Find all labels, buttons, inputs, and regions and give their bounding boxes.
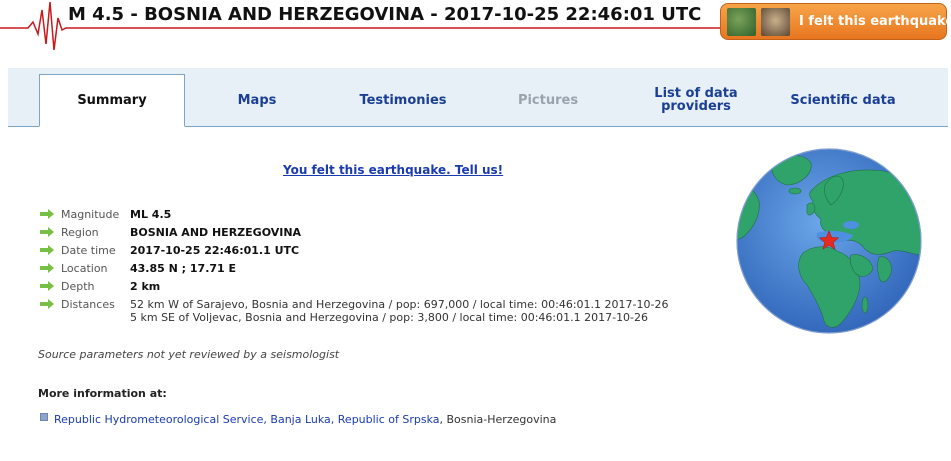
- tab-summary-label: Summary: [77, 93, 147, 108]
- location-label: Location: [61, 262, 108, 275]
- arrow-right-icon: [40, 245, 54, 255]
- arrow-right-icon: [40, 299, 54, 309]
- more-info-title: More information at:: [38, 387, 167, 400]
- arrow-right-icon: [40, 263, 54, 273]
- magnitude-value: ML 4.5: [130, 208, 172, 221]
- tab-testimonies[interactable]: Testimonies: [338, 74, 468, 126]
- tab-bar: Summary Maps Testimonies Pictures List o…: [8, 68, 948, 127]
- region-value: BOSNIA AND HERZEGOVINA: [130, 226, 302, 239]
- tab-scientific-data-label: Scientific data: [790, 92, 896, 108]
- tab-testimonies-label: Testimonies: [359, 92, 447, 108]
- magnitude-label: Magnitude: [61, 208, 120, 221]
- distances-value: 52 km W of Sarajevo, Bosnia and Herzegov…: [130, 298, 668, 324]
- tab-maps-label: Maps: [237, 92, 277, 108]
- distance-line-2: 5 km SE of Voljevac, Bosnia and Herzegov…: [130, 311, 649, 324]
- tab-summary[interactable]: Summary: [39, 74, 185, 127]
- depth-label: Depth: [61, 280, 95, 293]
- tab-maps[interactable]: Maps: [198, 74, 316, 126]
- datetime-value: 2017-10-25 22:46:01.1 UTC: [130, 244, 300, 257]
- hydromet-service-link[interactable]: Republic Hydrometeorological Service, Ba…: [54, 413, 440, 426]
- page-title: M 4.5 - BOSNIA AND HERZEGOVINA - 2017-10…: [68, 4, 702, 25]
- tab-pictures-label: Pictures: [517, 92, 579, 108]
- page-header: M 4.5 - BOSNIA AND HERZEGOVINA - 2017-10…: [0, 0, 951, 52]
- depth-value: 2 km: [130, 280, 161, 293]
- more-info-suffix: , Bosnia-Herzegovina: [439, 413, 557, 426]
- square-bullet-icon: [40, 413, 48, 421]
- globe-map[interactable]: [733, 145, 925, 337]
- arrow-right-icon: [40, 209, 54, 219]
- arrow-right-icon: [40, 227, 54, 237]
- datetime-label: Date time: [61, 244, 116, 257]
- felt-photo-thumbnail-icon: [761, 8, 790, 36]
- felt-button-label: I felt this earthquake: [799, 14, 951, 29]
- location-value: 43.85 N ; 17.71 E: [130, 262, 237, 275]
- felt-map-thumbnail-icon: [727, 8, 756, 36]
- more-info-item: Republic Hydrometeorological Service, Ba…: [40, 413, 556, 426]
- arrow-right-icon: [40, 281, 54, 291]
- distances-label: Distances: [61, 298, 115, 311]
- distance-line-1: 52 km W of Sarajevo, Bosnia and Herzegov…: [130, 298, 669, 311]
- tab-data-providers-label-line2: providers: [661, 99, 731, 114]
- tab-data-providers[interactable]: List of data providers: [626, 74, 766, 126]
- i-felt-this-earthquake-button[interactable]: I felt this earthquake: [720, 3, 951, 40]
- source-note: Source parameters not yet reviewed by a …: [38, 348, 340, 361]
- tab-scientific-data[interactable]: Scientific data: [778, 74, 908, 126]
- region-label: Region: [61, 226, 99, 239]
- tell-us-link[interactable]: You felt this earthquake. Tell us!: [283, 163, 503, 177]
- tab-pictures: Pictures: [488, 74, 608, 126]
